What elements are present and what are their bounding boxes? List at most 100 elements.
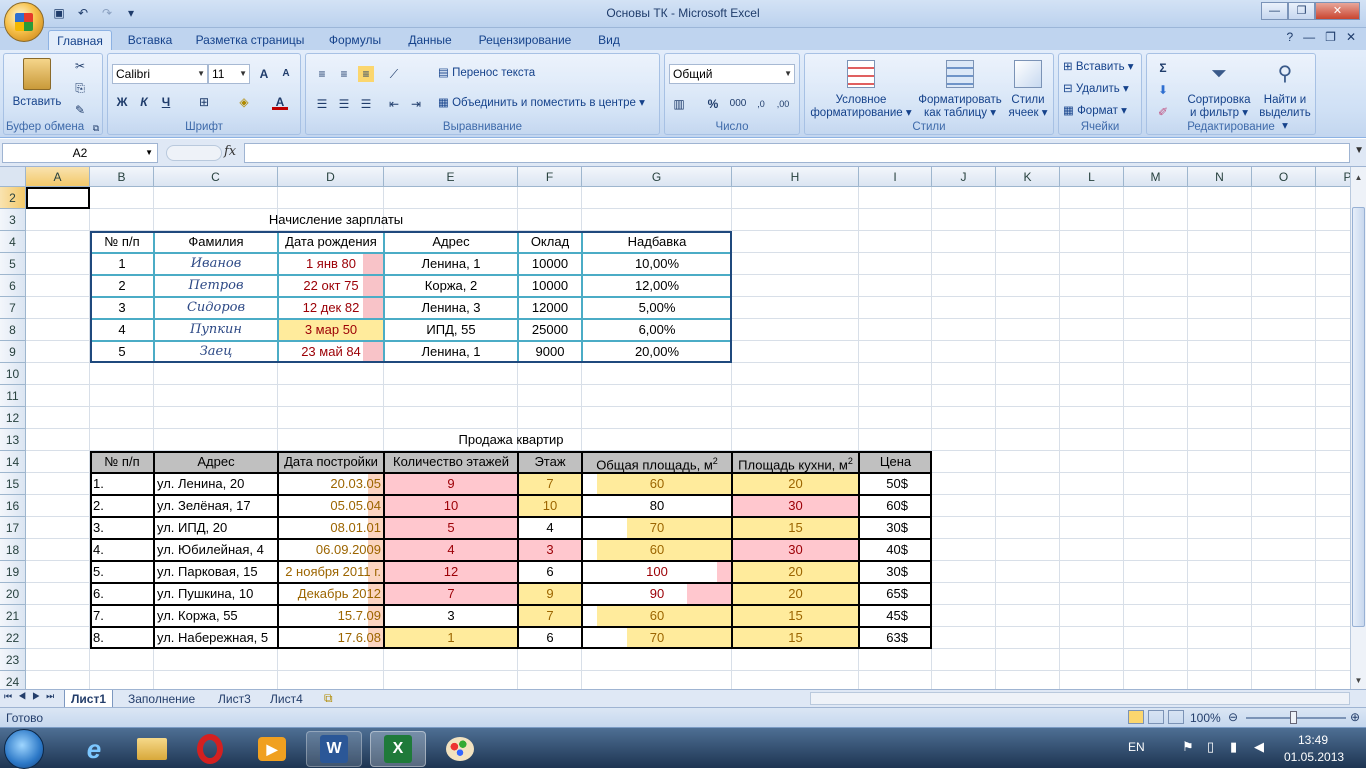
- row-header[interactable]: 14: [0, 451, 26, 473]
- close-workbook-icon[interactable]: ✕: [1346, 30, 1356, 44]
- explorer-icon[interactable]: [124, 731, 180, 767]
- vertical-scroll-thumb[interactable]: [1352, 207, 1365, 627]
- row-header[interactable]: 12: [0, 407, 26, 429]
- paste-button[interactable]: Вставить: [12, 58, 62, 109]
- tab-page-layout[interactable]: Разметка страницы: [188, 30, 312, 50]
- row-header[interactable]: 8: [0, 319, 26, 341]
- dialog-launcher-icon[interactable]: ⧉: [88, 120, 104, 136]
- page-layout-view-icon[interactable]: [1148, 710, 1164, 724]
- percent-icon[interactable]: %: [705, 96, 721, 112]
- sheet-tab-list4[interactable]: Лист4: [270, 690, 303, 708]
- close-icon[interactable]: ✕: [1315, 2, 1360, 20]
- align-bottom-icon[interactable]: ≡: [358, 66, 374, 82]
- clock-time[interactable]: 13:49: [1298, 733, 1328, 747]
- office-button[interactable]: [4, 2, 44, 42]
- horizontal-scrollbar[interactable]: [810, 692, 1350, 705]
- row-header[interactable]: 13: [0, 429, 26, 451]
- autosum-icon[interactable]: Σ: [1155, 60, 1171, 76]
- battery-icon[interactable]: ▯: [1207, 739, 1214, 755]
- column-header[interactable]: P: [1316, 167, 1350, 187]
- tab-data[interactable]: Данные: [398, 30, 462, 50]
- font-color-icon[interactable]: A: [272, 94, 288, 110]
- start-button[interactable]: [4, 729, 44, 769]
- row-header[interactable]: 16: [0, 495, 26, 517]
- increase-indent-icon[interactable]: ⇥: [408, 96, 424, 112]
- column-header[interactable]: A: [26, 167, 90, 187]
- help-icon[interactable]: ?: [1286, 30, 1293, 44]
- shrink-font-icon[interactable]: A: [278, 66, 294, 82]
- minimize-workbook-icon[interactable]: —: [1303, 30, 1315, 44]
- zoom-slider-thumb[interactable]: [1290, 711, 1297, 724]
- column-header[interactable]: L: [1060, 167, 1124, 187]
- row-header[interactable]: 21: [0, 605, 26, 627]
- row-header[interactable]: 7: [0, 297, 26, 319]
- row-header[interactable]: 3: [0, 209, 26, 231]
- restore-workbook-icon[interactable]: ❐: [1325, 30, 1336, 44]
- tab-home[interactable]: Главная: [48, 30, 112, 50]
- row-header[interactable]: 19: [0, 561, 26, 583]
- sales-table-title[interactable]: Продажа квартир: [90, 429, 932, 451]
- grow-font-icon[interactable]: A: [256, 66, 272, 82]
- align-top-icon[interactable]: ≡: [314, 66, 330, 82]
- name-box[interactable]: A2 ▼: [2, 143, 158, 163]
- underline-icon[interactable]: Ч: [158, 94, 174, 110]
- insert-cells-button[interactable]: ⊞ Вставить ▾: [1063, 61, 1134, 74]
- worksheet-grid[interactable]: A B C D E F G H I J K L M N O P 2 3 4 5 6 7 8 9 10 11 12 13 14 15 16 17…: [0, 167, 1350, 689]
- language-indicator[interactable]: EN: [1128, 740, 1145, 754]
- italic-icon[interactable]: К: [136, 94, 152, 110]
- align-right-icon[interactable]: ☰: [358, 96, 374, 112]
- select-all-corner[interactable]: [0, 167, 26, 187]
- sort-filter-button[interactable]: ⏷ Сортировка и фильтр ▾: [1185, 60, 1253, 120]
- row-header[interactable]: 15: [0, 473, 26, 495]
- row-header[interactable]: 9: [0, 341, 26, 363]
- column-header[interactable]: C: [154, 167, 278, 187]
- formula-input[interactable]: [244, 143, 1350, 163]
- fx-button[interactable]: fx: [224, 144, 236, 159]
- cell-styles-button[interactable]: Стили ячеек ▾: [1005, 60, 1051, 120]
- wrap-text-button[interactable]: ▤ Перенос текста: [438, 67, 535, 80]
- increase-decimal-icon[interactable]: ,0: [753, 96, 769, 112]
- row-header[interactable]: 6: [0, 275, 26, 297]
- opera-icon[interactable]: [182, 731, 238, 767]
- orientation-icon[interactable]: ⟋: [386, 66, 402, 82]
- copy-icon[interactable]: ⎘: [72, 80, 88, 96]
- sheet-tab-fill[interactable]: Заполнение: [128, 690, 195, 708]
- decrease-decimal-icon[interactable]: ,00: [775, 96, 791, 112]
- ie-icon[interactable]: e: [66, 731, 122, 767]
- row-header[interactable]: 20: [0, 583, 26, 605]
- excel-icon[interactable]: X: [370, 731, 426, 767]
- word-icon[interactable]: W: [306, 731, 362, 767]
- fill-icon[interactable]: ⬇: [1155, 82, 1171, 98]
- row-header[interactable]: 22: [0, 627, 26, 649]
- media-player-icon[interactable]: ▶: [244, 731, 300, 767]
- formula-options-icon[interactable]: [166, 145, 222, 161]
- scroll-down-icon[interactable]: ▼: [1351, 676, 1366, 685]
- column-header[interactable]: F: [518, 167, 582, 187]
- row-header[interactable]: 4: [0, 231, 26, 253]
- row-header[interactable]: 5: [0, 253, 26, 275]
- tab-insert[interactable]: Вставка: [120, 30, 180, 50]
- zoom-in-icon[interactable]: ⊕: [1350, 710, 1360, 724]
- row-header[interactable]: 10: [0, 363, 26, 385]
- minimize-icon[interactable]: —: [1261, 2, 1288, 20]
- tab-formulas[interactable]: Формулы: [320, 30, 390, 50]
- sheet-nav-arrows[interactable]: ⏮◀▶⏭: [4, 691, 60, 702]
- row-header[interactable]: 11: [0, 385, 26, 407]
- bold-icon[interactable]: Ж: [114, 94, 130, 110]
- column-header[interactable]: E: [384, 167, 518, 187]
- format-painter-icon[interactable]: ✎: [72, 102, 88, 118]
- fill-color-icon[interactable]: ◈: [236, 94, 252, 110]
- align-left-icon[interactable]: ☰: [314, 96, 330, 112]
- column-header[interactable]: D: [278, 167, 384, 187]
- cut-icon[interactable]: ✂: [72, 58, 88, 74]
- column-header[interactable]: H: [732, 167, 859, 187]
- column-header[interactable]: K: [996, 167, 1060, 187]
- number-format-combo[interactable]: Общий ▼: [669, 64, 795, 84]
- row-header[interactable]: 17: [0, 517, 26, 539]
- merge-center-button[interactable]: ▦ Объединить и поместить в центре ▾: [438, 97, 645, 110]
- network-icon[interactable]: ▮: [1230, 739, 1237, 755]
- paint-icon[interactable]: [432, 731, 488, 767]
- format-as-table-button[interactable]: Форматировать как таблицу ▾: [913, 60, 1007, 120]
- column-header[interactable]: B: [90, 167, 154, 187]
- delete-cells-button[interactable]: ⊟ Удалить ▾: [1063, 83, 1129, 96]
